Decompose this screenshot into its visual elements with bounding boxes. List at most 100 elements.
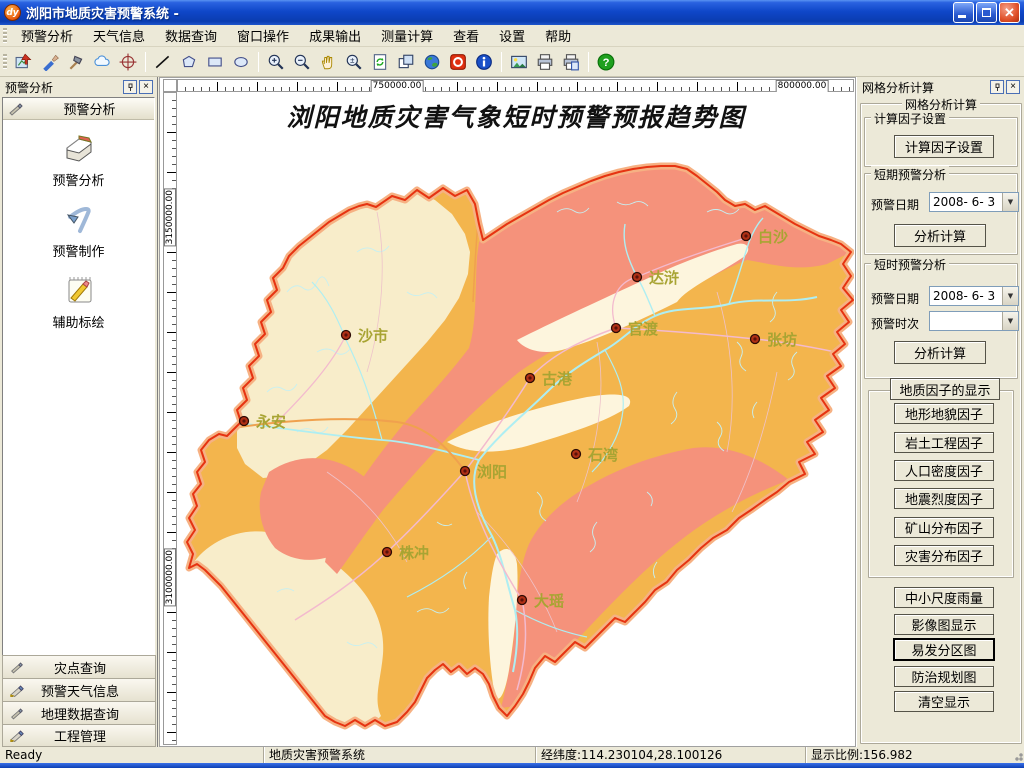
chevron-down-icon[interactable]: ▼ <box>1002 193 1018 211</box>
zoom-out-button[interactable] <box>290 50 314 74</box>
ellipse-tool-icon <box>232 53 250 71</box>
clear-display-button[interactable]: 清空显示 <box>894 691 994 712</box>
toolbar-separator <box>258 52 259 72</box>
short-term-analyze-button[interactable]: 分析计算 <box>894 224 986 247</box>
menu-settings[interactable]: 设置 <box>489 24 535 47</box>
menu-measure[interactable]: 测量计算 <box>371 24 443 47</box>
left-panel-close-button[interactable]: × <box>139 80 153 94</box>
menubar-grip[interactable] <box>3 28 7 44</box>
geotech-factor-button[interactable]: 岩土工程因子 <box>894 432 994 453</box>
nowcast-analyze-button[interactable]: 分析计算 <box>894 341 986 364</box>
map-title: 浏阳地质灾害气象短时预警预报趋势图 <box>286 103 747 132</box>
susceptibility-map-button[interactable]: 易发分区图 <box>893 638 995 661</box>
rainfall-button[interactable]: 中小尺度雨量 <box>894 587 994 608</box>
polygon-tool-icon <box>180 53 198 71</box>
geo-factors-title-button[interactable]: 地质因子的显示 <box>890 378 1000 400</box>
zoom-out-icon <box>293 53 311 71</box>
menu-view[interactable]: 查看 <box>443 24 489 47</box>
image-button[interactable] <box>507 50 531 74</box>
population-factor-button[interactable]: 人口密度因子 <box>894 460 994 481</box>
terrain-factor-button[interactable]: 地形地貌因子 <box>894 403 994 424</box>
status-ready: Ready <box>0 747 263 763</box>
brush-button[interactable] <box>38 50 62 74</box>
zoom-extent-icon: ± <box>345 53 363 71</box>
titlebar: dy 浏阳市地质灾害预警系统 - ✕ <box>0 0 1024 25</box>
sidebar-item-geo-data-query[interactable]: 地理数据查询 <box>2 701 156 724</box>
left-panel-title: 预警分析 <box>5 79 121 96</box>
help-button[interactable]: ? <box>594 50 618 74</box>
toolbar-grip[interactable] <box>3 54 7 70</box>
polygon-tool-button[interactable] <box>177 50 201 74</box>
zoom-in-icon <box>267 53 285 71</box>
resize-grip[interactable] <box>1011 749 1023 761</box>
menu-data-query[interactable]: 数据查询 <box>155 24 227 47</box>
ellipse-tool-button[interactable] <box>229 50 253 74</box>
short-term-date-combo[interactable]: 2008- 6- 3 ▼ <box>929 192 1019 212</box>
menu-help[interactable]: 帮助 <box>535 24 581 47</box>
cloud-icon <box>93 53 111 71</box>
sidebar-item-warning-analysis[interactable]: 预警分析 <box>3 134 154 189</box>
warning-map-button[interactable] <box>12 50 36 74</box>
right-panel-pin-button[interactable] <box>990 80 1004 94</box>
mine-factor-button[interactable]: 矿山分布因子 <box>894 517 994 538</box>
menu-window-ops[interactable]: 窗口操作 <box>227 24 299 47</box>
print-button[interactable] <box>533 50 557 74</box>
sidebar-item-aux-plot[interactable]: 辅助标绘 <box>3 274 154 331</box>
statusbar: Ready 地质灾害预警系统 经纬度:114.230104,28.100126 … <box>0 747 1024 763</box>
left-panel-pin-button[interactable] <box>123 80 137 94</box>
close-button[interactable]: ✕ <box>999 2 1020 23</box>
svg-text:石湾: 石湾 <box>587 446 618 464</box>
menu-warning-analysis[interactable]: 预警分析 <box>11 24 83 47</box>
line-tool-button[interactable] <box>151 50 175 74</box>
menu-weather-info[interactable]: 天气信息 <box>83 24 155 47</box>
crosshair-button[interactable] <box>116 50 140 74</box>
status-coordinates: 经纬度:114.230104,28.100126 <box>535 747 805 763</box>
group-label: 计算因子设置 <box>871 110 949 127</box>
pen-small-icon <box>9 707 25 720</box>
sidebar-item-warning-make[interactable]: 预警制作 <box>3 203 154 260</box>
chevron-down-icon[interactable]: ▼ <box>1002 312 1018 330</box>
restore-button[interactable] <box>976 2 997 23</box>
menu-output[interactable]: 成果输出 <box>299 24 371 47</box>
sidebar-item-project-mgmt[interactable]: 工程管理 <box>2 724 156 747</box>
svg-text:古港: 古港 <box>542 370 573 388</box>
factor-settings-button[interactable]: 计算因子设置 <box>894 135 994 158</box>
zoom-in-button[interactable] <box>264 50 288 74</box>
layers-button[interactable] <box>394 50 418 74</box>
combo-value: 2008- 6- 3 <box>930 287 1002 305</box>
disaster-factor-button[interactable]: 灾害分布因子 <box>894 545 994 566</box>
nowcast-date-combo[interactable]: 2008- 6- 3 ▼ <box>929 286 1019 306</box>
right-panel: 网格分析计算 × 网格分析计算 计算因子设置 计算因子设置 短期预警分析 预警日… <box>856 77 1024 747</box>
menubar: 预警分析 天气信息 数据查询 窗口操作 成果输出 测量计算 查看 设置 帮助 <box>0 25 1024 47</box>
close-icon: × <box>143 82 149 92</box>
sidebar-item-warning-weather[interactable]: 预警天气信息 <box>2 678 156 701</box>
pan-icon <box>319 53 337 71</box>
right-panel-close-button[interactable]: × <box>1006 80 1020 94</box>
toolbar-separator <box>501 52 502 72</box>
refresh-button[interactable] <box>368 50 392 74</box>
svg-text:达浒: 达浒 <box>649 269 679 287</box>
nowcast-time-combo[interactable]: ▼ <box>929 311 1019 331</box>
imagery-button[interactable]: 影像图显示 <box>894 614 994 635</box>
svg-text:张坊: 张坊 <box>767 331 797 349</box>
layers-icon <box>397 53 415 71</box>
pan-button[interactable] <box>316 50 340 74</box>
zoom-extent-button[interactable]: ± <box>342 50 366 74</box>
info-button[interactable] <box>472 50 496 74</box>
ruler-corner <box>163 79 177 92</box>
status-scale: 显示比例:156.982 <box>805 747 990 763</box>
cloud-button[interactable] <box>90 50 114 74</box>
globe-button[interactable] <box>420 50 444 74</box>
chevron-down-icon[interactable]: ▼ <box>1002 287 1018 305</box>
rect-tool-button[interactable] <box>203 50 227 74</box>
hammer-button[interactable] <box>64 50 88 74</box>
seismic-factor-button[interactable]: 地震烈度因子 <box>894 488 994 509</box>
ruler-vertical: 3150000.00 3100000.00 <box>163 92 177 745</box>
stop-button[interactable] <box>446 50 470 74</box>
minimize-button[interactable] <box>953 2 974 23</box>
sidebar-item-disaster-query[interactable]: 灾点查询 <box>2 655 156 678</box>
print-preview-button[interactable] <box>559 50 583 74</box>
prevention-plan-button[interactable]: 防治规划图 <box>894 666 994 687</box>
map-canvas[interactable]: 浏阳地质灾害气象短时预警预报趋势图 <box>177 92 854 745</box>
left-panel-section-header[interactable]: 预警分析 <box>3 98 154 120</box>
